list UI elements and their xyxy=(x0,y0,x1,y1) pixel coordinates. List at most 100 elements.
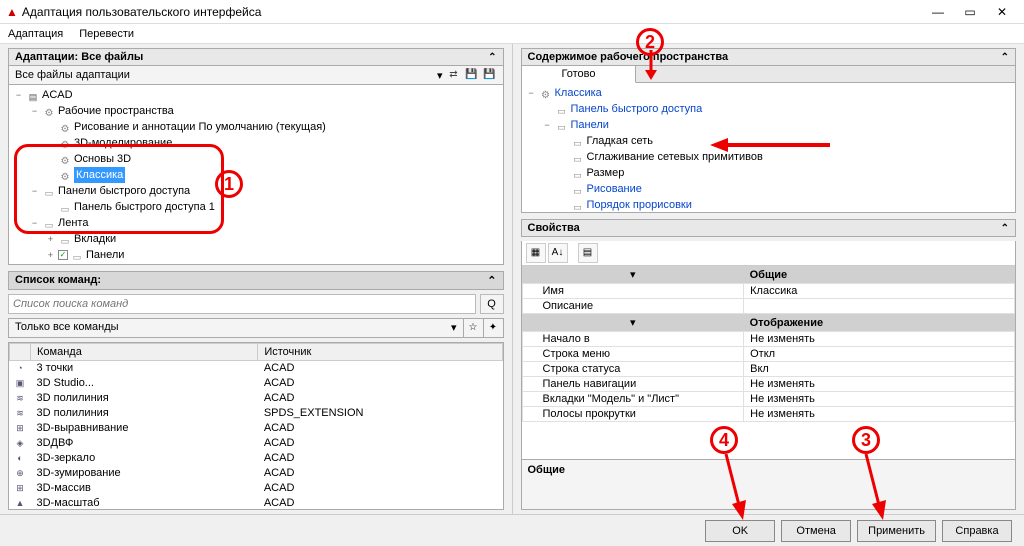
minimize-button[interactable]: — xyxy=(922,0,954,24)
workspace-content-title: Содержимое рабочего пространства xyxy=(528,51,729,63)
props-icon[interactable]: ▤ xyxy=(578,243,598,263)
transfer-icon[interactable]: ⇄ xyxy=(447,68,461,82)
prop-tabs-val[interactable]: Не изменять xyxy=(744,392,1015,407)
checkbox-icon[interactable]: ✓ xyxy=(58,250,68,260)
command-row[interactable]: ⊕3D-зумированиеACAD xyxy=(10,466,503,481)
filter-icon[interactable]: ☆ xyxy=(464,318,484,338)
command-icon: ▣ xyxy=(10,376,31,391)
ws-tree-p3[interactable]: Размер xyxy=(587,165,625,181)
right-pane: Содержимое рабочего пространства ⌃ Готов… xyxy=(513,44,1024,514)
prop-start-val[interactable]: Не изменять xyxy=(744,332,1015,347)
command-source: ACAD xyxy=(258,361,502,376)
ws-tree-root[interactable]: Классика xyxy=(555,85,602,101)
command-row[interactable]: ▣3D Studio...ACAD xyxy=(10,376,503,391)
prop-menubar-key: Строка меню xyxy=(522,347,744,362)
prop-desc-val[interactable] xyxy=(744,299,1015,314)
tree-ribbon[interactable]: Лента xyxy=(58,215,88,231)
menu-adapt[interactable]: Адаптация xyxy=(8,28,63,40)
gear-icon xyxy=(539,87,553,99)
expand-icon[interactable]: ▾ xyxy=(522,314,744,332)
tree-workspaces[interactable]: Рабочие пространства xyxy=(58,103,174,119)
tree-ws-3d[interactable]: 3D-моделирование xyxy=(74,135,172,151)
ws-tree-p2[interactable]: Сглаживание сетевых примитивов xyxy=(587,149,763,165)
adapt-combo[interactable]: Все файлы адаптации xyxy=(15,69,433,81)
ws-tree-p1[interactable]: Гладкая сеть xyxy=(587,133,654,149)
collapse-icon[interactable]: ⌃ xyxy=(487,274,496,287)
command-row[interactable]: ≋3D полилинияSPDS_EXTENSION xyxy=(10,406,503,421)
prop-scroll-val[interactable]: Не изменять xyxy=(744,407,1015,422)
command-row[interactable]: ≋3D полилинияACAD xyxy=(10,391,503,406)
menu-translate[interactable]: Перевести xyxy=(79,28,134,40)
cmd-search-input[interactable] xyxy=(8,294,476,314)
command-icon: ⊞ xyxy=(10,421,31,436)
tree-tabs[interactable]: Вкладки xyxy=(74,231,116,247)
command-row[interactable]: ⊞3D-массивACAD xyxy=(10,481,503,496)
prop-nav-val[interactable]: Не изменять xyxy=(744,377,1015,392)
command-source: ACAD xyxy=(258,451,502,466)
workspace-tree[interactable]: −Классика Панель быстрого доступа −Панел… xyxy=(521,83,1017,213)
gear-icon xyxy=(58,137,72,149)
tree-ws-classic[interactable]: Классика xyxy=(74,167,125,183)
ws-tree-panels[interactable]: Панели xyxy=(571,117,609,133)
ws-tree-p4[interactable]: Рисование xyxy=(587,181,642,197)
command-row[interactable]: ◐3D-зеркалоACAD xyxy=(10,451,503,466)
close-button[interactable]: ✕ xyxy=(986,0,1018,24)
filter-icon-2[interactable]: ✦ xyxy=(484,318,504,338)
saveas-icon[interactable]: 💾 xyxy=(483,68,497,82)
menubar: Адаптация Перевести xyxy=(0,24,1024,44)
gear-icon xyxy=(58,169,72,181)
ws-tree-p5[interactable]: Порядок прорисовки xyxy=(587,197,692,213)
tab-ready[interactable]: Готово xyxy=(522,66,637,83)
prop-menubar-val[interactable]: Откл xyxy=(744,347,1015,362)
az-sort-icon[interactable]: A↓ xyxy=(548,243,568,263)
workspace-content-header[interactable]: Содержимое рабочего пространства ⌃ xyxy=(521,48,1017,66)
collapse-icon[interactable]: ⌃ xyxy=(488,52,496,63)
command-row[interactable]: ▲3D-масштабACAD xyxy=(10,496,503,511)
window-title: Адаптация пользовательского интерфейса xyxy=(22,5,262,19)
folder-icon xyxy=(571,151,585,163)
tree-ws-draw[interactable]: Рисование и аннотации По умолчанию (теку… xyxy=(74,119,326,135)
gear-icon xyxy=(58,121,72,133)
cmd-filter-combo[interactable]: Только все команды▾ xyxy=(8,318,464,338)
categorize-icon[interactable]: ▦ xyxy=(526,243,546,263)
command-row[interactable]: ◈3DДВФACAD xyxy=(10,436,503,451)
maximize-button[interactable]: ▭ xyxy=(954,0,986,24)
ws-tree-qat[interactable]: Панель быстрого доступа xyxy=(571,101,703,117)
th-command[interactable]: Команда xyxy=(31,344,258,361)
th-source[interactable]: Источник xyxy=(258,344,502,361)
folder-icon xyxy=(42,185,56,197)
tree-qat[interactable]: Панели быстрого доступа xyxy=(58,183,190,199)
tree-qat1[interactable]: Панель быстрого доступа 1 xyxy=(74,199,215,215)
properties-grid[interactable]: ▾Общие ИмяКлассика Описание ▾Отображение… xyxy=(522,266,1016,422)
cancel-button[interactable]: Отмена xyxy=(781,520,851,542)
tree-acad[interactable]: ACAD xyxy=(42,87,73,103)
command-name: 3D полилиния xyxy=(31,391,258,406)
prop-status-val[interactable]: Вкл xyxy=(744,362,1015,377)
properties-header[interactable]: Свойства ⌃ xyxy=(521,219,1017,237)
ok-button[interactable]: OK xyxy=(705,520,775,542)
save-icon[interactable]: 💾 xyxy=(465,68,479,82)
command-source: ACAD xyxy=(258,421,502,436)
expand-icon[interactable]: ▾ xyxy=(522,266,744,284)
tree-panels[interactable]: Панели xyxy=(86,247,124,263)
combo-dropdown-icon[interactable]: ▾ xyxy=(437,69,443,82)
collapse-icon[interactable]: ⌃ xyxy=(1001,223,1009,234)
command-source: SPDS_EXTENSION xyxy=(258,406,502,421)
help-button[interactable]: Справка xyxy=(942,520,1012,542)
adaptations-header[interactable]: Адаптации: Все файлы ⌃ xyxy=(8,48,504,66)
tree-ws-base3d[interactable]: Основы 3D xyxy=(74,151,131,167)
apply-button[interactable]: Применить xyxy=(857,520,936,542)
prop-name-val[interactable]: Классика xyxy=(744,284,1015,299)
command-row[interactable]: ◔3 точкиACAD xyxy=(10,361,503,376)
command-name: 3 точки xyxy=(31,361,258,376)
collapse-icon[interactable]: ⌃ xyxy=(1001,52,1009,63)
app-icon: ▲ xyxy=(6,5,18,19)
command-table[interactable]: Команда Источник ◔3 точкиACAD▣3D Studio.… xyxy=(8,342,504,510)
folder-icon xyxy=(555,103,569,115)
command-row[interactable]: ⊞3D-выравниваниеACAD xyxy=(10,421,503,436)
tree-menu[interactable]: Меню xyxy=(70,263,100,265)
props-desc-title: Общие xyxy=(528,464,566,476)
folder-icon xyxy=(70,249,84,261)
adaptations-tree[interactable]: −▤ACAD −Рабочие пространства Рисование и… xyxy=(8,85,504,265)
search-icon[interactable]: Q xyxy=(480,294,504,314)
